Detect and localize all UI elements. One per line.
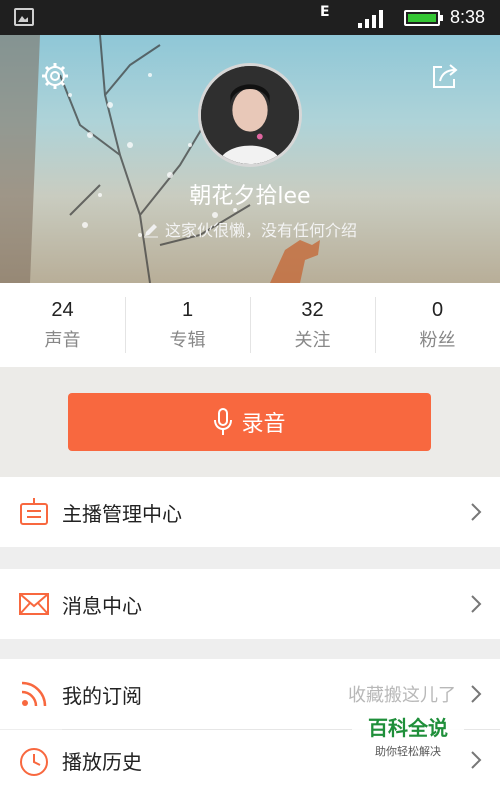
stat-value: 24 (51, 299, 74, 321)
stat-albums[interactable]: 1 专辑 (125, 283, 250, 367)
stat-followers[interactable]: 0 粉丝 (375, 283, 500, 367)
record-section: 录音 (0, 367, 500, 477)
nickname: 朝花夕拾lee (189, 184, 311, 209)
menu-item-messages[interactable]: 消息中心 (0, 569, 500, 639)
avatar[interactable] (198, 63, 302, 167)
clock-icon (20, 748, 48, 776)
mail-icon (19, 593, 49, 615)
stat-value: 1 (181, 299, 194, 321)
battery-icon (404, 10, 443, 26)
stat-value: 0 (431, 299, 444, 321)
clock: 8:38 (450, 7, 486, 27)
watermark-subtitle: 助你轻松解决 (375, 745, 441, 758)
menu-hint: 收藏搬这儿了 (348, 685, 456, 706)
watermark-title: 百科全说 (368, 716, 448, 740)
record-button-label: 录音 (241, 412, 286, 437)
chevron-right-icon (471, 685, 482, 703)
stat-following[interactable]: 32 关注 (250, 283, 375, 367)
settings-gear-icon[interactable] (40, 61, 70, 91)
menu-item-anchor-center[interactable]: 主播管理中心 (0, 477, 500, 547)
menu-label: 消息中心 (62, 593, 142, 618)
stat-sounds[interactable]: 24 声音 (0, 283, 125, 367)
chevron-right-icon (471, 751, 482, 769)
chevron-right-icon (471, 595, 482, 613)
pencil-edit-icon (143, 224, 158, 238)
stat-label: 声音 (44, 330, 81, 351)
network-type: E (320, 4, 330, 20)
chevron-right-icon (471, 503, 482, 521)
bio-line[interactable]: 这家伙很懒，没有任何介绍 (0, 217, 500, 241)
rss-icon (21, 681, 47, 707)
record-button[interactable]: 录音 (68, 393, 431, 451)
signal-icon (358, 10, 386, 28)
menu-label: 播放历史 (62, 749, 142, 774)
anchor-center-icon (20, 498, 48, 525)
menu-label: 主播管理中心 (62, 501, 182, 526)
stat-value: 32 (301, 299, 324, 321)
stat-label: 粉丝 (419, 330, 456, 351)
image-notification-icon (14, 8, 34, 26)
stat-label: 专辑 (169, 330, 206, 351)
menu-label: 我的订阅 (62, 683, 142, 708)
stat-label: 关注 (294, 330, 331, 351)
status-bar: E 8:38 (0, 0, 500, 35)
bio-text: 这家伙很懒，没有任何介绍 (164, 221, 357, 240)
stats-bar: 24 声音 1 专辑 32 关注 0 粉丝 (0, 283, 500, 367)
microphone-icon (214, 408, 233, 435)
share-icon[interactable] (430, 61, 460, 91)
profile-header: 朝花夕拾lee 这家伙很懒，没有任何介绍 (0, 35, 500, 283)
watermark: 百科全说 助你轻松解决 (352, 712, 464, 759)
